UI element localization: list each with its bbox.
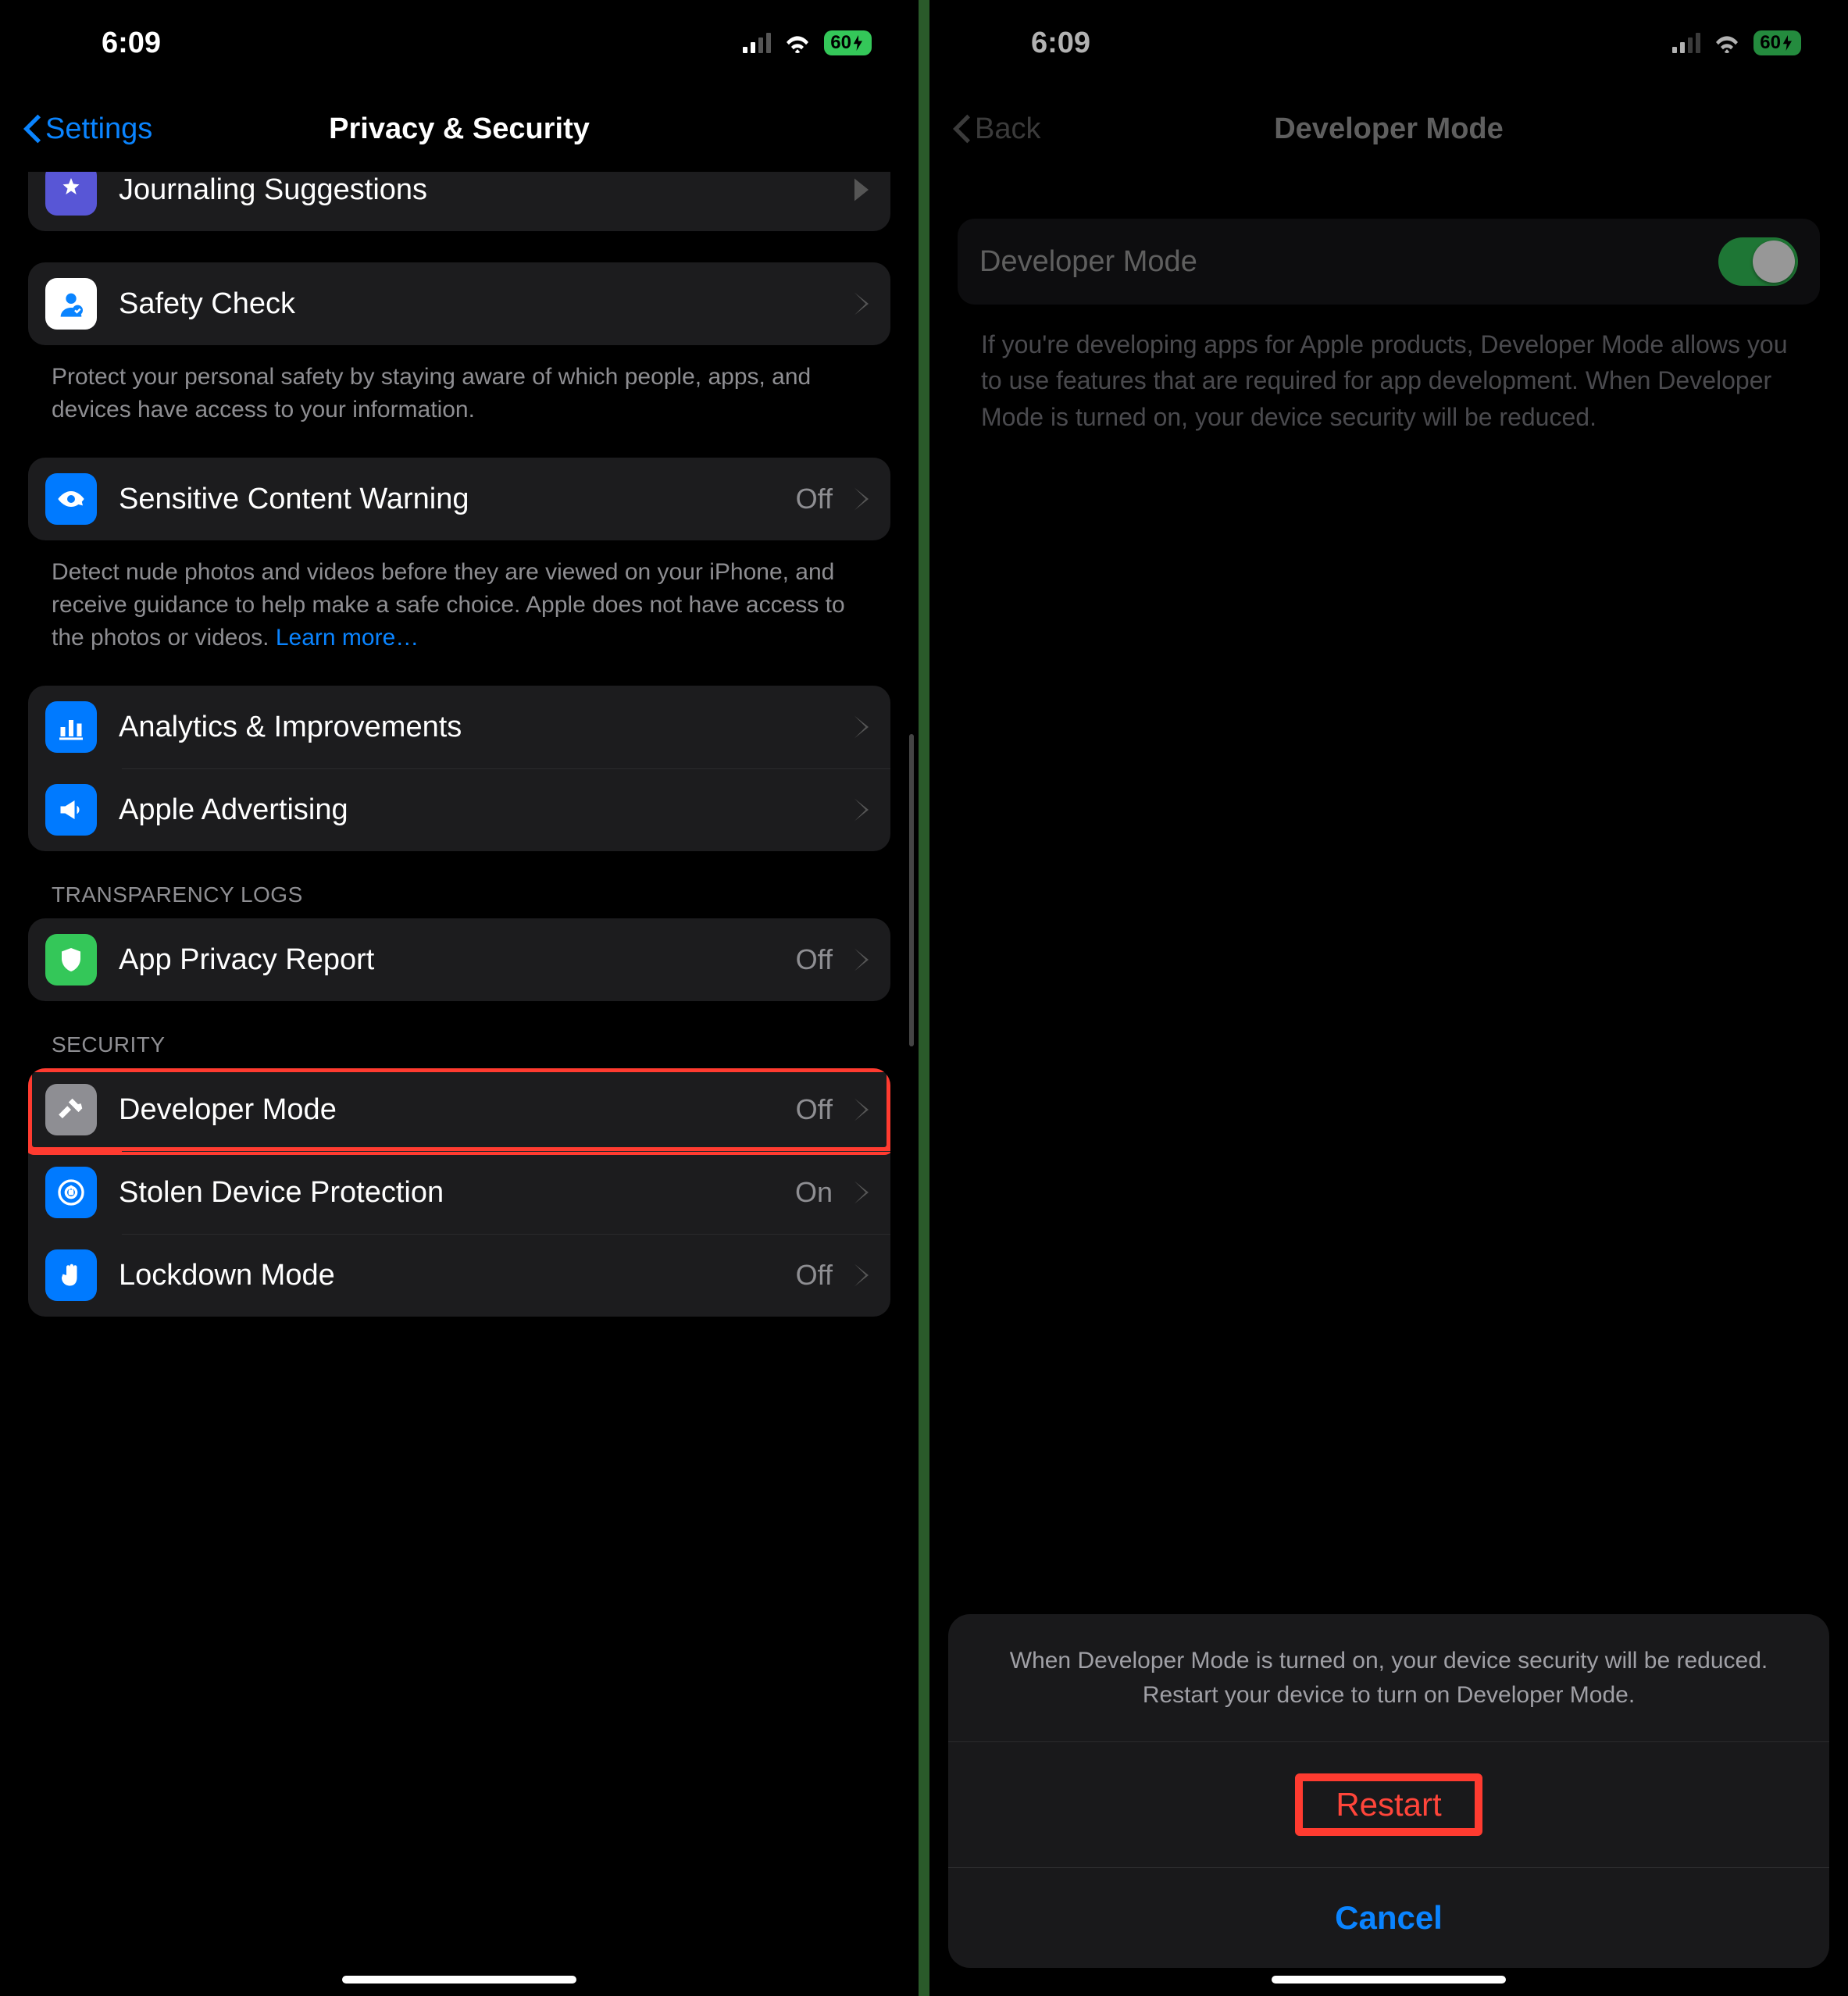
- row-safety-check[interactable]: Safety Check: [28, 262, 890, 345]
- back-button[interactable]: Settings: [23, 112, 152, 146]
- row-developer-mode[interactable]: Developer Mode Off: [28, 1068, 890, 1151]
- chevron-right-icon: [854, 715, 869, 739]
- phone-right: 6:09 60 Back Developer Mode Developer Mo…: [929, 0, 1848, 1996]
- wifi-icon: [783, 33, 812, 53]
- row-sensitive-content-warning[interactable]: Sensitive Content Warning Off: [28, 458, 890, 540]
- home-indicator[interactable]: [1272, 1976, 1506, 1984]
- battery-icon: 60: [824, 30, 872, 55]
- settings-content[interactable]: Journaling Suggestions Safety Check Prot…: [0, 172, 919, 1996]
- row-value: Off: [796, 943, 833, 976]
- chevron-right-icon: [854, 1181, 869, 1204]
- phone-left: 6:09 60 Settings Privacy & Security Jour…: [0, 0, 919, 1996]
- chevron-right-icon: [854, 178, 869, 201]
- row-value: Off: [796, 483, 833, 515]
- scrollbar[interactable]: [909, 734, 914, 1046]
- chevron-right-icon: [854, 798, 869, 822]
- group-safety-check: Safety Check Protect your personal safet…: [28, 262, 890, 426]
- footer-safety-check: Protect your personal safety by staying …: [28, 345, 890, 426]
- hand-icon: [45, 1249, 97, 1301]
- row-value: On: [795, 1176, 833, 1209]
- chevron-right-icon: [854, 1264, 869, 1287]
- group-scw: Sensitive Content Warning Off Detect nud…: [28, 458, 890, 654]
- action-sheet: When Developer Mode is turned on, your d…: [948, 1614, 1829, 1968]
- restart-button[interactable]: Restart: [948, 1741, 1829, 1867]
- chevron-left-icon: [23, 114, 41, 144]
- row-apple-advertising[interactable]: Apple Advertising: [28, 768, 890, 851]
- app-privacy-icon: [45, 934, 97, 986]
- analytics-icon: [45, 701, 97, 753]
- sensitive-content-icon: [45, 473, 97, 525]
- footer-scw: Detect nude photos and videos before the…: [28, 540, 890, 654]
- journaling-icon: [45, 172, 97, 216]
- row-journaling-suggestions[interactable]: Journaling Suggestions: [28, 172, 890, 231]
- chevron-right-icon: [854, 948, 869, 971]
- header-security: SECURITY: [28, 1032, 890, 1068]
- group-transparency: TRANSPARENCY LOGS App Privacy Report Off: [28, 882, 890, 1001]
- chevron-right-icon: [854, 1098, 869, 1121]
- row-analytics-improvements[interactable]: Analytics & Improvements: [28, 686, 890, 768]
- row-stolen-device-protection[interactable]: Stolen Device Protection On: [28, 1151, 890, 1234]
- learn-more-link[interactable]: Learn more…: [276, 625, 419, 650]
- advertising-icon: [45, 784, 97, 836]
- sheet-message: When Developer Mode is turned on, your d…: [948, 1614, 1829, 1741]
- cancel-button[interactable]: Cancel: [948, 1867, 1829, 1968]
- nav-bar: Settings Privacy & Security: [0, 86, 919, 172]
- status-icons: 60: [743, 30, 872, 55]
- safety-check-icon: [45, 278, 97, 330]
- row-lockdown-mode[interactable]: Lockdown Mode Off: [28, 1234, 890, 1317]
- chevron-right-icon: [854, 292, 869, 315]
- group-security: SECURITY Developer Mode Off Stolen Devic…: [28, 1032, 890, 1317]
- header-transparency: TRANSPARENCY LOGS: [28, 882, 890, 918]
- row-value: Off: [796, 1259, 833, 1292]
- group-journaling: Journaling Suggestions: [28, 172, 890, 231]
- home-indicator[interactable]: [342, 1976, 576, 1984]
- status-bar: 6:09 60: [0, 0, 919, 86]
- group-analytics: Analytics & Improvements Apple Advertisi…: [28, 686, 890, 851]
- hammer-icon: [45, 1084, 97, 1135]
- stolen-device-icon: [45, 1167, 97, 1218]
- chevron-right-icon: [854, 487, 869, 511]
- cellular-icon: [743, 33, 771, 53]
- row-value: Off: [796, 1093, 833, 1126]
- status-time: 6:09: [102, 27, 161, 60]
- row-app-privacy-report[interactable]: App Privacy Report Off: [28, 918, 890, 1001]
